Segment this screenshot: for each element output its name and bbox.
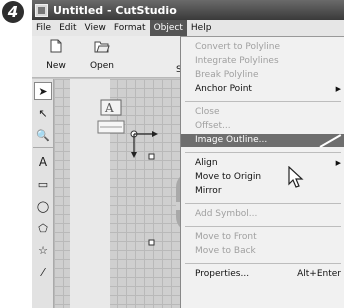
menu-separator xyxy=(185,101,341,102)
rectangle-tool-icon[interactable]: ▭ xyxy=(34,175,52,193)
menu-item-convert-to-polyline: Convert to Polyline xyxy=(181,41,344,54)
open-button-label: Open xyxy=(89,61,115,71)
menu-item-move-to-front: Move to Front xyxy=(181,231,344,244)
object-menu-dropdown: Convert to Polyline Integrate Polylines Br… xyxy=(180,36,344,308)
menu-item-mirror-label: Mirror xyxy=(195,186,222,196)
selected-text-object[interactable]: A xyxy=(97,99,125,134)
shortcut-label: Alt+Enter xyxy=(297,269,341,279)
menu-format[interactable]: Format xyxy=(110,20,150,36)
submenu-arrow-icon: ▶ xyxy=(335,159,341,167)
menu-edit[interactable]: Edit xyxy=(55,20,80,36)
menu-item-move-to-front-label: Move to Front xyxy=(195,232,257,242)
menu-item-offset: Offset... xyxy=(181,120,344,133)
menu-item-image-outline-label: Image Outline... xyxy=(195,135,268,145)
line-tool-icon[interactable]: ⁄ xyxy=(34,263,52,281)
window-title: Untitled - CutStudio xyxy=(53,3,177,17)
menu-item-break-polyline-label: Break Polyline xyxy=(195,70,259,80)
menu-item-move-to-origin[interactable]: Move to Origin xyxy=(181,171,344,184)
text-tool-icon[interactable]: A xyxy=(34,153,52,171)
menu-item-convert-to-polyline-label: Convert to Polyline xyxy=(195,42,281,52)
new-button[interactable]: New xyxy=(34,39,78,75)
svg-text:A: A xyxy=(104,101,114,115)
menu-item-offset-label: Offset... xyxy=(195,121,231,131)
menu-bar: File Edit View Format Object Help xyxy=(32,20,344,36)
menu-item-anchor-point[interactable]: Anchor Point ▶ xyxy=(181,83,344,96)
tool-palette: ➤ ↖ 🔍 A ▭ ◯ ⬠ ☆ ⁄ xyxy=(32,79,54,308)
menu-view[interactable]: View xyxy=(81,20,110,36)
menu-item-close-label: Close xyxy=(195,107,220,117)
menu-item-close: Close xyxy=(181,106,344,119)
menu-item-move-to-back: Move to Back xyxy=(181,245,344,258)
star-tool-icon[interactable]: ☆ xyxy=(34,241,52,259)
zoom-tool-icon[interactable]: 🔍 xyxy=(33,126,53,148)
menu-object[interactable]: Object xyxy=(149,20,187,36)
menu-item-align[interactable]: Align ▶ xyxy=(181,157,344,170)
menu-item-mirror[interactable]: Mirror xyxy=(181,185,344,198)
menu-separator xyxy=(185,152,341,153)
open-folder-icon xyxy=(80,39,124,58)
menu-item-add-symbol-label: Add Symbol... xyxy=(195,209,258,219)
menu-item-properties-label: Properties... xyxy=(195,269,250,279)
menu-separator xyxy=(185,203,341,204)
menu-item-move-to-origin-label: Move to Origin xyxy=(195,172,262,182)
ellipse-tool-icon[interactable]: ◯ xyxy=(34,197,52,215)
new-button-label: New xyxy=(46,61,66,71)
submenu-arrow-icon: ▶ xyxy=(335,85,341,93)
menu-item-move-to-back-label: Move to Back xyxy=(195,246,256,256)
open-button[interactable]: Open xyxy=(80,39,124,75)
selection-handles[interactable] xyxy=(130,130,158,246)
menu-item-align-label: Align xyxy=(195,158,218,168)
menu-item-add-symbol: Add Symbol... xyxy=(181,208,344,221)
new-file-icon xyxy=(34,39,78,58)
title-bar: Untitled - CutStudio xyxy=(32,0,344,20)
menu-separator xyxy=(185,263,341,264)
step-number-badge: 4 xyxy=(2,1,24,23)
node-edit-tool-icon[interactable]: ↖ xyxy=(34,104,52,122)
menu-item-properties[interactable]: Properties... Alt+Enter xyxy=(181,268,344,281)
menu-item-break-polyline: Break Polyline xyxy=(181,69,344,82)
app-icon xyxy=(35,3,48,17)
cutstudio-window: Untitled - CutStudio File Edit View Format O… xyxy=(32,0,344,308)
menu-item-anchor-point-label: Anchor Point xyxy=(195,84,252,94)
menu-file[interactable]: File xyxy=(32,20,55,36)
menu-separator xyxy=(185,226,341,227)
menu-item-integrate-polylines-label: Integrate Polylines xyxy=(195,56,279,66)
menu-item-integrate-polylines: Integrate Polylines xyxy=(181,55,344,68)
polygon-tool-icon[interactable]: ⬠ xyxy=(34,219,52,237)
select-tool-icon[interactable]: ➤ xyxy=(34,82,52,100)
menu-help[interactable]: Help xyxy=(187,20,216,36)
mouse-cursor-icon xyxy=(288,166,304,188)
